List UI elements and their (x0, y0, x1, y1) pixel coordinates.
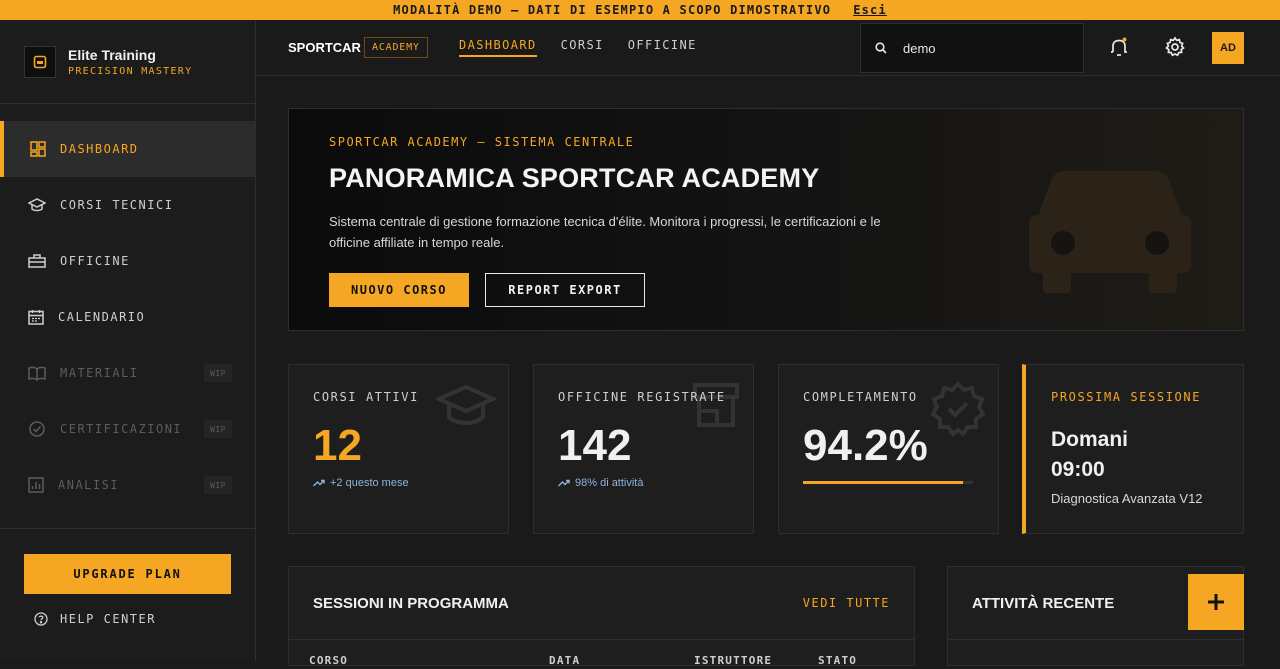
next-session-card[interactable]: PROSSIMA SESSIONE Domani 09:00 Diagnosti… (1022, 364, 1244, 534)
dashboard-icon (30, 141, 46, 157)
sidebar-item-label: CALENDARIO (58, 310, 146, 324)
top-nav: DASHBOARD CORSI OFFICINE (459, 38, 697, 57)
next-session-when: Domani 09:00 (1051, 425, 1128, 485)
demo-banner: MODALITÀ DEMO — DATI DI ESEMPIO A SCOPO … (0, 0, 1280, 20)
next-session-day: Domani (1051, 428, 1129, 451)
report-export-button[interactable]: REPORT EXPORT (485, 273, 645, 307)
sidebar-item-dashboard[interactable]: DASHBOARD (0, 121, 255, 177)
search-icon (875, 42, 887, 54)
tab-dashboard[interactable]: DASHBOARD (459, 38, 537, 57)
toolbox-icon (28, 254, 46, 268)
graduation-cap-icon (28, 198, 46, 212)
wip-badge: WIP (204, 476, 232, 494)
activity-title: ATTIVITÀ RECENTE (972, 595, 1115, 612)
stat-card-completamento: COMPLETAMENTO 94.2% (778, 364, 999, 534)
stat-value: 142 (558, 421, 632, 470)
stat-trend: +2 questo mese (313, 477, 409, 489)
calendar-icon (28, 310, 44, 325)
academy-badge: ACADEMY (364, 37, 428, 58)
sidebar-item-certificazioni[interactable]: CERTIFICAZIONI WIP (0, 401, 255, 457)
sidebar-brand: Elite Training PRECISION MASTERY (0, 20, 255, 104)
tab-corsi[interactable]: CORSI (561, 38, 604, 57)
sessions-panel: SESSIONI IN PROGRAMMA VEDI TUTTE CORSO D… (288, 566, 915, 669)
brand-title: Elite Training (68, 46, 156, 63)
book-icon (28, 366, 46, 381)
brand-subtitle: PRECISION MASTERY (68, 65, 193, 77)
sidebar-item-label: DASHBOARD (60, 142, 139, 156)
storefront-icon (693, 383, 739, 427)
stat-label: COMPLETAMENTO (803, 390, 918, 404)
plus-icon (1208, 594, 1224, 610)
next-session-label: PROSSIMA SESSIONE (1051, 390, 1202, 404)
sidebar-divider (0, 528, 256, 529)
tab-officine[interactable]: OFFICINE (628, 38, 697, 57)
brand-logo-icon (24, 45, 56, 78)
completion-progress-fill (803, 481, 964, 484)
upgrade-plan-button[interactable]: UPGRADE PLAN (24, 554, 231, 594)
verified-badge-icon (29, 421, 45, 437)
sessions-title: SESSIONI IN PROGRAMMA (313, 595, 509, 612)
top-bar: SPORTCAR ACADEMY DASHBOARD CORSI OFFICIN… (256, 20, 1280, 76)
sidebar-nav: DASHBOARD CORSI TECNICI OFFICINE CALENDA… (0, 121, 255, 513)
sidebar-item-label: ANALISI (58, 478, 120, 492)
sidebar-item-label: MATERIALI (60, 366, 139, 380)
settings-button[interactable] (1164, 36, 1186, 63)
demo-banner-text: MODALITÀ DEMO — DATI DI ESEMPIO A SCOPO … (393, 3, 832, 17)
activity-divider (948, 639, 1243, 640)
trending-up-icon (558, 479, 570, 487)
sidebar-item-label: CORSI TECNICI (60, 198, 174, 212)
stat-value: 94.2% (803, 421, 928, 470)
view-all-link[interactable]: VEDI TUTTE (803, 596, 890, 610)
verified-badge-icon (930, 381, 986, 437)
sessions-table-header: CORSO DATA ISTRUTTORE STATO (289, 639, 914, 669)
search-box (860, 23, 1084, 73)
stat-card-corsi-attivi: CORSI ATTIVI 12 +2 questo mese (288, 364, 509, 534)
notifications-button[interactable] (1108, 36, 1130, 63)
next-session-time: 09:00 (1051, 458, 1105, 481)
stat-value: 12 (313, 421, 362, 470)
sidebar-item-corsi-tecnici[interactable]: CORSI TECNICI (0, 177, 255, 233)
exit-demo-link[interactable]: Esci (853, 3, 887, 17)
trending-up-icon (313, 479, 325, 487)
completion-progress-bar (803, 481, 973, 484)
sidebar-item-calendario[interactable]: CALENDARIO (0, 289, 255, 345)
next-session-course: Diagnostica Avanzata V12 (1051, 491, 1203, 506)
hero-panel: SPORTCAR ACADEMY — SISTEMA CENTRALE PANO… (288, 108, 1244, 331)
gear-icon (1165, 36, 1185, 57)
stat-trend-text: 98% di attività (575, 477, 644, 489)
sidebar-item-officine[interactable]: OFFICINE (0, 233, 255, 289)
wip-badge: WIP (204, 364, 232, 382)
user-avatar[interactable]: AD (1212, 32, 1244, 64)
wip-badge: WIP (204, 420, 232, 438)
sidebar: Elite Training PRECISION MASTERY DASHBOA… (0, 20, 256, 661)
help-center-label: HELP CENTER (60, 612, 156, 626)
stat-trend-text: +2 questo mese (330, 477, 409, 489)
stat-trend: 98% di attività (558, 477, 643, 489)
new-course-button[interactable]: NUOVO CORSO (329, 273, 469, 307)
hero-title: PANORAMICA SPORTCAR ACADEMY (329, 163, 820, 193)
sidebar-item-label: OFFICINE (60, 254, 130, 268)
stat-label: CORSI ATTIVI (313, 390, 419, 404)
car-icon (1029, 171, 1191, 293)
search-input[interactable] (903, 40, 1063, 56)
add-button[interactable] (1188, 574, 1244, 630)
graduation-cap-icon (436, 384, 496, 425)
sidebar-item-label: CERTIFICAZIONI (60, 422, 183, 436)
stat-card-officine: OFFICINE REGISTRATE 142 98% di attività (533, 364, 754, 534)
topbar-brand: SPORTCAR (288, 40, 361, 55)
sidebar-item-materiali[interactable]: MATERIALI WIP (0, 345, 255, 401)
sidebar-item-analisi[interactable]: ANALISI WIP (0, 457, 255, 513)
analytics-icon (28, 477, 44, 493)
stat-label: OFFICINE REGISTRATE (558, 390, 726, 404)
hero-description: Sistema centrale di gestione formazione … (329, 214, 881, 250)
bell-icon (1111, 37, 1127, 56)
help-icon (34, 612, 48, 626)
help-center-link[interactable]: HELP CENTER (34, 612, 156, 626)
hero-eyebrow: SPORTCAR ACADEMY — SISTEMA CENTRALE (329, 135, 635, 149)
